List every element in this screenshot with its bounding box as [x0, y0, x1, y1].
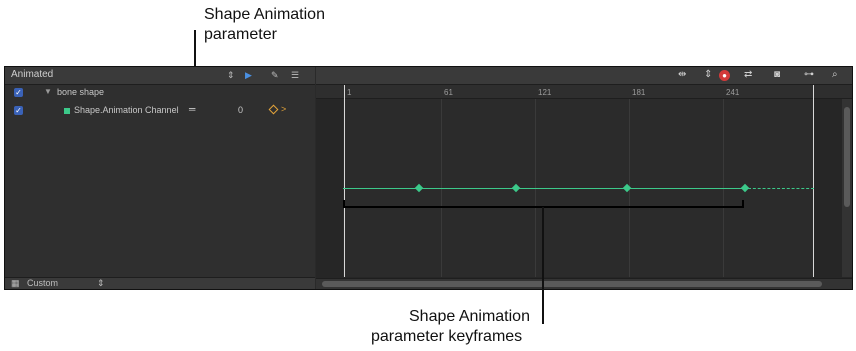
parameter-list-footer: ▦ Custom ⇕	[5, 277, 315, 289]
search-icon[interactable]: ⌕	[832, 69, 838, 81]
play-range-end[interactable]	[813, 85, 814, 277]
keyframe-editor: Animated ⇕ ▶ ✎ ☰ ✓ ▼ bone shape ✓ Shape.…	[4, 66, 853, 290]
object-name: bone shape	[57, 87, 105, 97]
parameter-name: Shape.Animation Channel	[74, 105, 179, 115]
callout-line-2: parameter	[204, 26, 277, 43]
callout-shape-animation-parameter: Shape Animation parameter	[204, 5, 325, 45]
vertical-scrollbar[interactable]	[842, 99, 852, 277]
callout-shape-animation-keyframes: Shape Animation parameter keyframes	[371, 307, 530, 347]
preset-icon[interactable]: ▦	[11, 278, 20, 289]
list-icon[interactable]: ☰	[291, 70, 299, 81]
fit-icon[interactable]: ⇹	[678, 69, 686, 81]
keyframe-graph: ⇹ ⇕ ● ⇄ ◙ ⊶ ⌕ 1 61 121 181 241	[316, 67, 852, 289]
graph-toolbar: ⇹ ⇕ ● ⇄ ◙ ⊶ ⌕	[316, 67, 852, 85]
camera-icon[interactable]: ◙	[774, 69, 780, 81]
ruler-tick: 1	[347, 88, 352, 97]
preset-popup[interactable]: Custom	[27, 278, 58, 288]
add-keyframe-icon[interactable]	[268, 104, 279, 115]
callout-line-1: Shape Animation	[409, 308, 530, 325]
play-range-start[interactable]	[344, 85, 345, 277]
animation-curve[interactable]	[343, 188, 748, 189]
pointer-icon[interactable]: ▶	[245, 70, 252, 81]
menu-icon[interactable]: ═	[189, 104, 195, 114]
callout-line-1: Shape Animation	[204, 6, 325, 23]
chevron-updown-icon[interactable]: ⇕	[227, 70, 235, 81]
loop-icon[interactable]: ⇄	[744, 69, 752, 81]
callout-leader-bottom	[542, 207, 544, 324]
clip-icon[interactable]: ⊶	[804, 69, 814, 81]
list-item[interactable]: ✓ Shape.Animation Channel ═ 0 >	[5, 103, 315, 119]
checkbox[interactable]: ✓	[14, 106, 23, 115]
time-ruler[interactable]: 1 61 121 181 241	[316, 85, 852, 99]
scrollbar-thumb[interactable]	[322, 281, 822, 287]
callout-bracket-end	[343, 200, 345, 207]
parameter-list-header: Animated ⇕ ▶ ✎ ☰	[5, 67, 315, 85]
scrollbar-thumb[interactable]	[844, 107, 850, 207]
ruler-tick: 241	[726, 88, 740, 97]
ruler-tick: 61	[444, 88, 453, 97]
filter-popup[interactable]: Animated	[11, 69, 53, 80]
channel-color-swatch	[64, 108, 70, 114]
ruler-tick: 181	[632, 88, 646, 97]
horizontal-scrollbar[interactable]	[316, 278, 852, 289]
callout-bracket-end	[742, 200, 744, 207]
chevron-updown-icon[interactable]: ⇕	[97, 278, 105, 289]
parameter-value[interactable]: 0	[238, 105, 243, 115]
list-item[interactable]: ✓ ▼ bone shape	[5, 85, 315, 101]
chevron-updown-icon[interactable]: ⇕	[704, 69, 712, 81]
next-keyframe-icon[interactable]: >	[281, 104, 286, 114]
disclosure-triangle-icon[interactable]: ▼	[44, 87, 52, 96]
animation-curve-extrapolation	[748, 188, 814, 190]
record-icon[interactable]: ●	[719, 70, 730, 81]
pen-icon[interactable]: ✎	[271, 70, 279, 81]
checkbox[interactable]: ✓	[14, 88, 23, 97]
ruler-tick: 121	[538, 88, 552, 97]
callout-line-2: parameter keyframes	[371, 328, 523, 345]
parameter-list: Animated ⇕ ▶ ✎ ☰ ✓ ▼ bone shape ✓ Shape.…	[5, 67, 315, 289]
